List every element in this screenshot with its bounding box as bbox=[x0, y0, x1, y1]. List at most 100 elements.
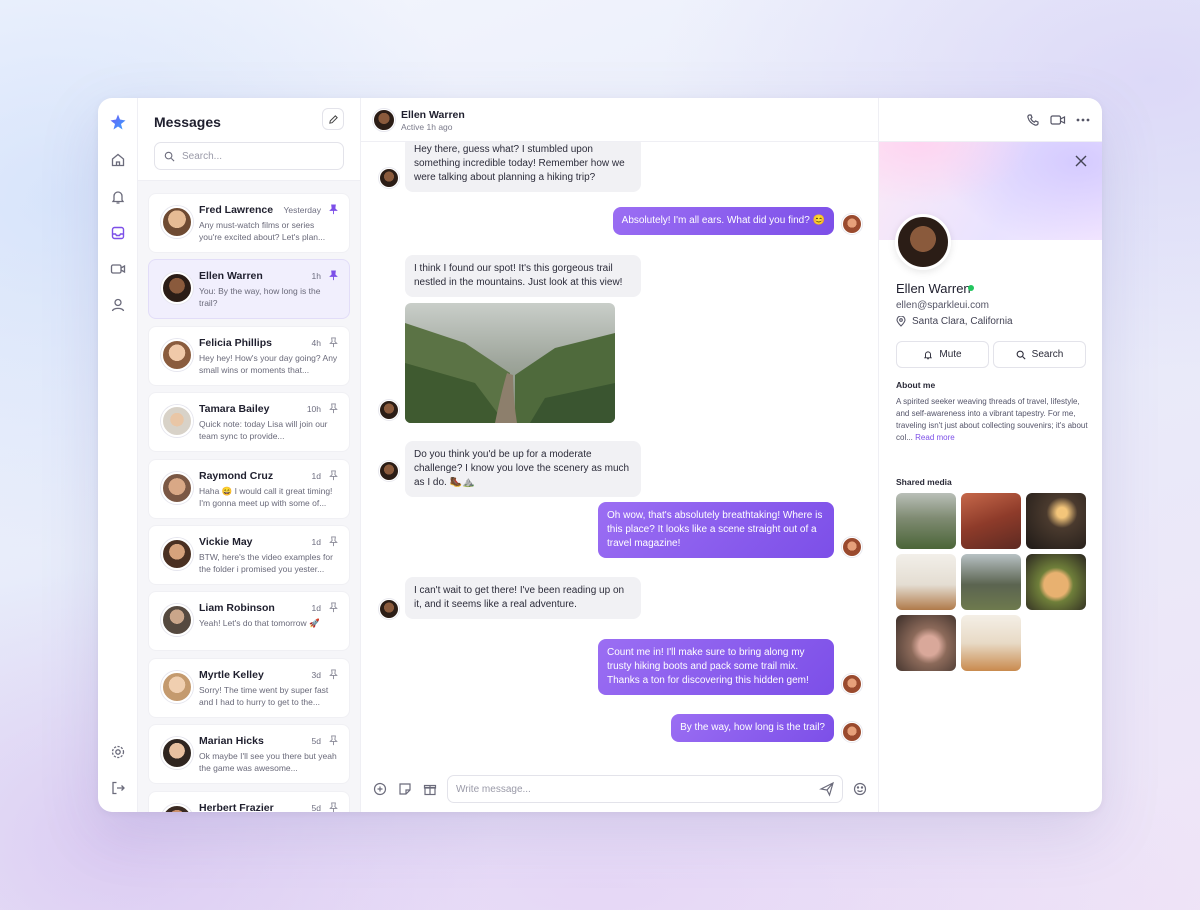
gift-icon[interactable] bbox=[423, 782, 437, 796]
media-thumb[interactable] bbox=[1026, 493, 1086, 549]
message-outgoing: By the way, how long is the trail? bbox=[671, 714, 834, 742]
bell-icon[interactable] bbox=[110, 189, 126, 205]
timestamp: 1h bbox=[311, 271, 321, 282]
conversation-item[interactable]: Herbert Frazier 5d bbox=[148, 790, 350, 812]
search-input[interactable] bbox=[182, 150, 332, 162]
contact-name: Myrtle Kelley bbox=[199, 668, 264, 681]
message-incoming: Do you think you'd be up for a moderate … bbox=[405, 441, 641, 497]
pin-icon[interactable] bbox=[328, 536, 339, 547]
timestamp: 5d bbox=[311, 736, 321, 747]
search-icon bbox=[1016, 350, 1026, 360]
pin-icon[interactable] bbox=[328, 669, 339, 680]
more-icon[interactable] bbox=[1076, 118, 1090, 122]
avatar bbox=[161, 803, 193, 812]
user-icon[interactable] bbox=[110, 297, 126, 313]
compose-button[interactable] bbox=[322, 108, 344, 130]
media-thumb[interactable] bbox=[896, 615, 956, 671]
avatar bbox=[379, 461, 399, 481]
conversation-item[interactable]: Myrtle Kelley 3d Sorry! The time went by… bbox=[148, 657, 350, 718]
contact-name[interactable]: Ellen Warren bbox=[401, 109, 465, 121]
message-incoming: I can't wait to get there! I've been rea… bbox=[405, 577, 641, 619]
pin-icon[interactable] bbox=[328, 470, 339, 481]
media-thumb[interactable] bbox=[896, 493, 956, 549]
read-more-link[interactable]: Read more bbox=[915, 433, 955, 442]
conversation-item[interactable]: Tamara Bailey 10h Quick note: today Lisa… bbox=[148, 392, 350, 453]
search-label: Search bbox=[1031, 349, 1064, 360]
message-preview: Yeah! Let's do that tomorrow 🚀 bbox=[199, 618, 320, 629]
search-conversation-button[interactable]: Search bbox=[993, 341, 1086, 368]
message-preview: Hey hey! How's your day going? Any small… bbox=[199, 352, 338, 375]
contact-avatar[interactable] bbox=[373, 109, 395, 131]
message-outgoing: Oh wow, that's absolutely breathtaking! … bbox=[598, 502, 834, 558]
shared-media-title: Shared media bbox=[896, 477, 952, 487]
pin-icon[interactable] bbox=[328, 735, 339, 746]
avatar bbox=[161, 206, 193, 238]
pin-icon[interactable] bbox=[328, 337, 339, 348]
pin-icon[interactable] bbox=[328, 602, 339, 613]
logout-icon[interactable] bbox=[110, 780, 126, 796]
message-preview: Any must-watch films or series you're ex… bbox=[199, 220, 326, 242]
nav-rail bbox=[98, 98, 138, 812]
video-call-icon[interactable] bbox=[1050, 113, 1066, 127]
contact-name: Fred Lawrence bbox=[199, 204, 274, 216]
media-thumb[interactable] bbox=[961, 615, 1021, 671]
profile-location: Santa Clara, California bbox=[896, 316, 1013, 327]
media-thumb[interactable] bbox=[961, 493, 1021, 549]
about-text: A spirited seeker weaving threads of tra… bbox=[896, 396, 1088, 444]
logo-icon[interactable] bbox=[110, 114, 126, 130]
inbox-icon[interactable] bbox=[110, 225, 126, 241]
home-icon[interactable] bbox=[110, 152, 126, 168]
avatar bbox=[161, 604, 193, 637]
add-attachment-icon[interactable] bbox=[373, 782, 387, 796]
online-status-dot bbox=[968, 285, 974, 291]
media-thumb[interactable] bbox=[961, 554, 1021, 610]
conversation-item[interactable]: Vickie May 1d BTW, here's the video exam… bbox=[148, 524, 350, 585]
conversation-item[interactable]: Felicia Phillips 4h Hey hey! How's your … bbox=[148, 325, 350, 386]
send-icon[interactable] bbox=[819, 781, 835, 797]
conversation-item[interactable]: Fred Lawrence Yesterday Any must-watch f… bbox=[148, 193, 350, 253]
message-preview: Haha 😄 I would call it great timing! I'm… bbox=[199, 485, 333, 508]
timestamp: Yesterday bbox=[283, 205, 322, 215]
search-box[interactable] bbox=[154, 142, 344, 170]
timestamp: 3d bbox=[311, 669, 321, 680]
bell-icon bbox=[924, 350, 933, 359]
conversation-item[interactable]: Liam Robinson 1d Yeah! Let's do that tom… bbox=[148, 591, 350, 652]
pin-icon[interactable] bbox=[328, 270, 339, 281]
conversation-item-active[interactable]: Ellen Warren 1h You: By the way, how lon… bbox=[148, 259, 350, 320]
close-icon[interactable] bbox=[1074, 154, 1088, 168]
contact-name: Vickie May bbox=[199, 535, 253, 548]
pin-icon[interactable] bbox=[328, 204, 339, 215]
profile-email[interactable]: ellen@sparkleui.com bbox=[896, 300, 989, 311]
app-window: Messages Fred Lawrence Yesterday Any mus… bbox=[98, 98, 1102, 812]
avatar bbox=[842, 537, 862, 557]
shared-photo[interactable] bbox=[405, 303, 615, 423]
pin-icon[interactable] bbox=[328, 801, 339, 812]
message-preview: Sorry! The time went by super fast and I… bbox=[199, 684, 329, 707]
conversation-item[interactable]: Raymond Cruz 1d Haha 😄 I would call it g… bbox=[148, 458, 350, 519]
message-outgoing: Count me in! I'll make sure to bring alo… bbox=[598, 639, 834, 695]
sticker-icon[interactable] bbox=[398, 782, 412, 796]
pin-icon[interactable] bbox=[328, 403, 339, 414]
profile-panel: Ellen Warren ellen@sparkleui.com Santa C… bbox=[879, 98, 1102, 812]
avatar bbox=[161, 537, 193, 570]
emoji-icon[interactable] bbox=[853, 782, 867, 796]
profile-avatar bbox=[895, 214, 951, 270]
media-thumb[interactable] bbox=[1026, 554, 1086, 610]
media-thumb[interactable] bbox=[896, 554, 956, 610]
avatar bbox=[379, 168, 399, 188]
video-icon[interactable] bbox=[110, 261, 126, 277]
mute-button[interactable]: Mute bbox=[896, 341, 989, 368]
conversation-item[interactable]: Marian Hicks 5d Ok maybe I'll see you th… bbox=[148, 724, 350, 785]
message-preview: Quick note: today Lisa will join our tea… bbox=[199, 419, 328, 442]
settings-icon[interactable] bbox=[110, 744, 126, 760]
message-preview: Ok maybe I'll see you there but yeah the… bbox=[199, 751, 337, 774]
message-incoming: Hey there, guess what? I stumbled upon s… bbox=[405, 142, 641, 192]
conversation-panel: Messages Fred Lawrence Yesterday Any mus… bbox=[138, 98, 361, 812]
profile-name: Ellen Warren bbox=[896, 281, 971, 296]
phone-icon[interactable] bbox=[1026, 113, 1040, 127]
avatar bbox=[161, 272, 193, 305]
message-thread: Hey there, guess what? I stumbled upon s… bbox=[361, 142, 878, 768]
contact-name: Felicia Phillips bbox=[199, 336, 272, 349]
message-input[interactable] bbox=[447, 775, 843, 803]
avatar bbox=[161, 405, 193, 438]
